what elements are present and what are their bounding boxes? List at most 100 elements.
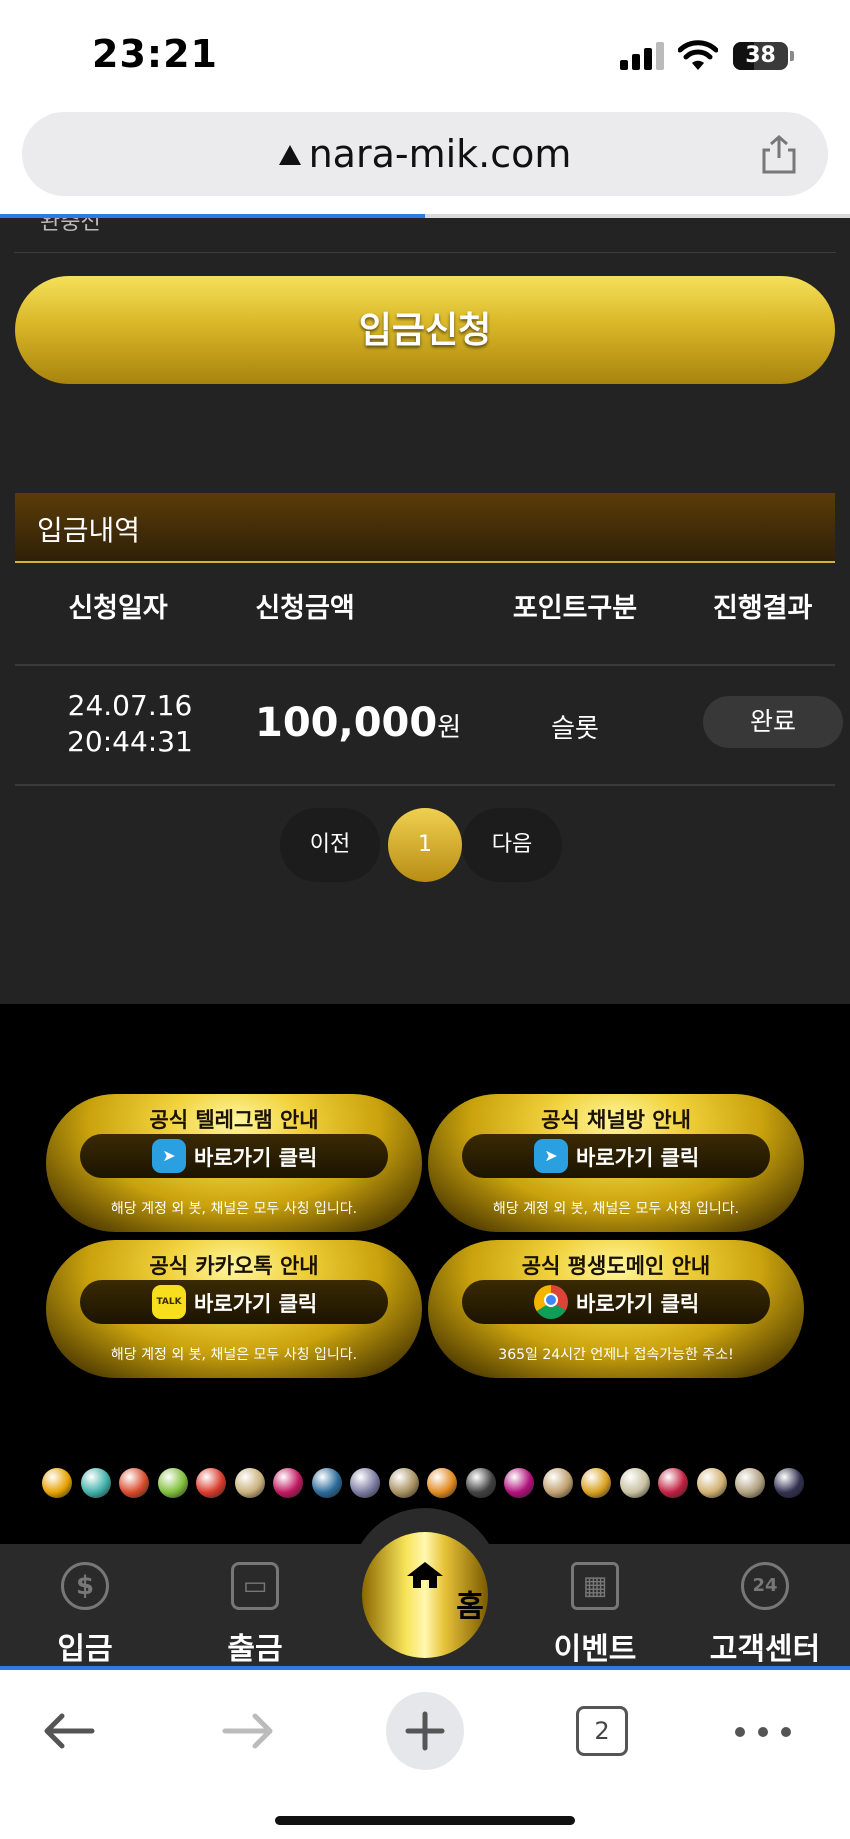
tab-deposit[interactable]: $ 입금 xyxy=(15,1544,155,1670)
home-indicator xyxy=(275,1816,575,1825)
banner-title: 공식 카카오톡 안내 xyxy=(149,1254,319,1278)
provider-logo xyxy=(696,1468,727,1498)
kakaotalk-banner[interactable]: 공식 카카오톡 안내 TALK 바로가기 클릭 해당 계정 외 봇, 채널은 모… xyxy=(46,1240,422,1378)
battery-level: 38 xyxy=(745,43,776,68)
provider-logo xyxy=(196,1468,226,1498)
request-date-day: 24.07.16 xyxy=(67,689,193,722)
banner-title: 공식 텔레그램 안내 xyxy=(149,1108,319,1132)
game-provider-logos xyxy=(42,1468,810,1500)
status-badge: 완료 xyxy=(703,696,843,748)
provider-logo xyxy=(581,1468,611,1498)
clock: 23:21 xyxy=(92,32,218,76)
battery-icon: 38 xyxy=(733,42,788,70)
provider-logo xyxy=(465,1468,496,1498)
amount-unit: 원 xyxy=(437,713,462,743)
table-header: 신청일자 신청금액 포인트구분 진행결과 xyxy=(15,586,835,666)
telegram-icon: ➤ xyxy=(534,1139,568,1173)
chrome-icon xyxy=(534,1285,568,1319)
banner-go-label: 바로가기 클릭 xyxy=(194,1292,318,1316)
wifi-icon xyxy=(678,40,718,70)
banner-note: 365일 24시간 언제나 접속가능한 주소! xyxy=(498,1347,734,1363)
share-icon[interactable] xyxy=(760,134,798,174)
url-text: nara-mik.com xyxy=(308,132,572,176)
next-page-button[interactable]: 다음 xyxy=(462,808,562,882)
provider-logo xyxy=(773,1468,804,1498)
cut-off-label: 완충전 xyxy=(40,218,101,235)
tab-label: 고객센터 xyxy=(709,1632,821,1667)
back-button[interactable] xyxy=(34,1696,104,1766)
provider-logo xyxy=(619,1468,650,1498)
address-bar[interactable]: nara-mik.com xyxy=(22,112,828,196)
request-date: 24.07.16 20:44:31 xyxy=(50,688,210,760)
column-header-status: 진행결과 xyxy=(713,593,813,624)
forward-arrow-icon xyxy=(222,1713,273,1749)
home-button[interactable]: 홈 xyxy=(362,1532,488,1658)
request-amount: 100,000원 xyxy=(255,700,461,746)
tab-label: 출금 xyxy=(227,1632,283,1667)
wallet-icon: ▭ xyxy=(231,1562,279,1610)
provider-logo xyxy=(157,1468,188,1498)
provider-logo xyxy=(42,1468,72,1498)
plus-icon xyxy=(405,1711,445,1751)
divider xyxy=(15,784,835,786)
home-icon xyxy=(407,1562,443,1588)
provider-logo xyxy=(504,1468,534,1498)
provider-logo xyxy=(273,1468,303,1498)
provider-logo xyxy=(427,1468,457,1498)
tab-label: 이벤트 xyxy=(553,1632,637,1667)
prev-page-button[interactable]: 이전 xyxy=(280,808,380,882)
provider-logo xyxy=(542,1468,573,1498)
new-tab-button[interactable] xyxy=(386,1692,464,1770)
provider-logo xyxy=(234,1468,265,1498)
provider-logo xyxy=(80,1468,111,1498)
banner-note: 해당 계정 외 봇, 채널은 모두 사칭 입니다. xyxy=(110,1347,358,1363)
24h-support-icon: 24 xyxy=(741,1562,789,1610)
banner-go-label: 바로가기 클릭 xyxy=(194,1146,318,1170)
tab-support[interactable]: 24 고객센터 xyxy=(690,1544,840,1670)
tab-event[interactable]: ▦ 이벤트 xyxy=(525,1544,665,1670)
column-header-date: 신청일자 xyxy=(68,593,168,624)
dollar-coin-icon: $ xyxy=(61,1562,109,1610)
point-type: 슬롯 xyxy=(551,714,599,744)
status-bar: 23:21 38 xyxy=(0,0,850,110)
tab-switcher-button[interactable]: 2 xyxy=(576,1706,628,1756)
banner-title: 공식 평생도메인 안내 xyxy=(521,1254,711,1278)
banner-note: 해당 계정 외 봇, 채널은 모두 사칭 입니다. xyxy=(110,1201,358,1217)
provider-logo xyxy=(735,1468,765,1498)
telegram-banner[interactable]: 공식 텔레그램 안내 ➤ 바로가기 클릭 해당 계정 외 봇, 채널은 모두 사… xyxy=(46,1094,422,1232)
browser-toolbar: 2 xyxy=(0,1670,850,1839)
tab-label: 입금 xyxy=(57,1632,113,1667)
screen: 23:21 38 nara-mik.com 완충전 입금신청 입금내역 신청일자… xyxy=(0,0,850,1839)
official-links-section: 공식 텔레그램 안내 ➤ 바로가기 클릭 해당 계정 외 봇, 채널은 모두 사… xyxy=(0,1004,850,1544)
forward-button[interactable] xyxy=(213,1696,283,1766)
provider-logo xyxy=(119,1468,149,1498)
deposit-history-header: 입금내역 xyxy=(15,493,835,563)
page-1-button[interactable]: 1 xyxy=(388,808,462,882)
provider-logo xyxy=(311,1468,342,1498)
amount-value: 100,000 xyxy=(255,700,438,746)
banner-go-label: 바로가기 클릭 xyxy=(576,1292,700,1316)
provider-logo xyxy=(350,1468,380,1498)
channel-banner[interactable]: 공식 채널방 안내 ➤ 바로가기 클릭 해당 계정 외 봇, 채널은 모두 사칭… xyxy=(428,1094,804,1232)
more-menu-button[interactable] xyxy=(728,1696,798,1766)
deposit-request-button[interactable]: 입금신청 xyxy=(15,276,835,384)
banner-go-label: 바로가기 클릭 xyxy=(576,1146,700,1170)
gift-icon: ▦ xyxy=(571,1562,619,1610)
banner-title: 공식 채널방 안내 xyxy=(541,1108,691,1132)
kakaotalk-icon: TALK xyxy=(152,1285,186,1319)
home-label: 홈 xyxy=(449,1590,484,1620)
banner-note: 해당 계정 외 봇, 채널은 모두 사칭 입니다. xyxy=(492,1201,740,1217)
domain-banner[interactable]: 공식 평생도메인 안내 바로가기 클릭 365일 24시간 언제나 접속가능한 … xyxy=(428,1240,804,1378)
provider-logo xyxy=(658,1468,688,1498)
more-dots-icon xyxy=(735,1727,791,1737)
divider xyxy=(14,252,836,253)
provider-logo xyxy=(388,1468,419,1498)
column-header-point-type: 포인트구분 xyxy=(512,593,638,624)
cellular-signal-icon xyxy=(620,40,666,70)
tab-withdraw[interactable]: ▭ 출금 xyxy=(185,1544,325,1670)
deposit-page: 완충전 입금신청 입금내역 신청일자 신청금액 포인트구분 진행결과 24.07… xyxy=(0,218,850,1004)
pagination: 이전 1 다음 xyxy=(280,808,570,882)
deposit-history-title: 입금내역 xyxy=(37,514,141,547)
table-row: 24.07.16 20:44:31 100,000원 슬롯 완료 xyxy=(15,666,843,784)
not-secure-warning-icon xyxy=(278,145,301,165)
